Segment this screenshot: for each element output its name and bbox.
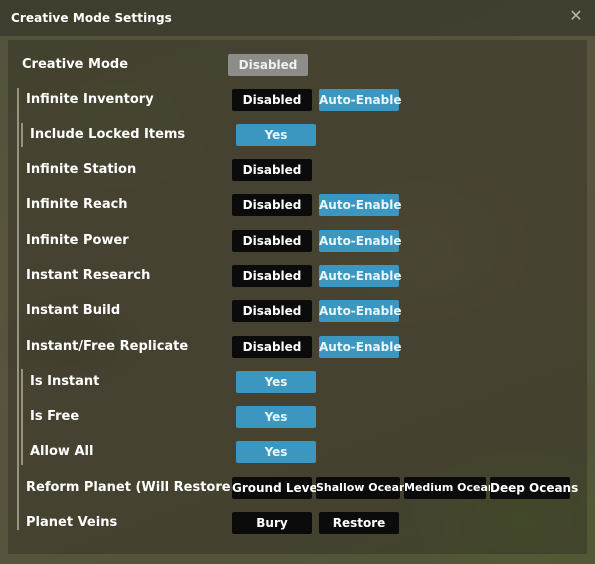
close-icon[interactable]: ✕: [568, 8, 584, 24]
instant-replicate-auto-enable-button[interactable]: Auto-Enable: [319, 336, 401, 358]
shallow-oceans-button[interactable]: Shallow Oceans: [316, 477, 413, 499]
instant-research-auto-enable-button[interactable]: Auto-Enable: [319, 265, 401, 287]
infinite-inventory-auto-enable-button[interactable]: Auto-Enable: [319, 89, 401, 111]
instant-build-auto-enable-button[interactable]: Auto-Enable: [319, 300, 401, 322]
instant-research-label: Instant Research: [26, 268, 151, 283]
planet-veins-label: Planet Veins: [26, 515, 118, 530]
indent-guide-replicate: [21, 369, 23, 465]
is-free-label: Is Free: [30, 409, 80, 424]
include-locked-items-label: Include Locked Items: [30, 127, 186, 142]
indent-guide-locked-items: [21, 123, 23, 147]
title-bar: Creative Mode Settings ✕: [0, 0, 595, 36]
is-instant-label: Is Instant: [30, 374, 100, 389]
allow-all-toggle[interactable]: Yes: [236, 441, 316, 463]
allow-all-label: Allow All: [30, 444, 94, 459]
window-title: Creative Mode Settings: [11, 11, 172, 25]
instant-replicate-label: Instant/Free Replicate: [26, 339, 189, 354]
creative-mode-label: Creative Mode: [22, 57, 129, 72]
is-free-toggle[interactable]: Yes: [236, 406, 316, 428]
infinite-reach-auto-enable-button[interactable]: Auto-Enable: [319, 194, 401, 216]
infinite-reach-toggle[interactable]: Disabled: [232, 194, 312, 216]
is-instant-toggle[interactable]: Yes: [236, 371, 316, 393]
ground-level-button[interactable]: Ground Level: [232, 477, 322, 499]
instant-build-label: Instant Build: [26, 303, 121, 318]
creative-mode-toggle[interactable]: Disabled: [228, 54, 308, 76]
instant-replicate-toggle[interactable]: Disabled: [232, 336, 312, 358]
restore-veins-button[interactable]: Restore: [319, 512, 399, 534]
instant-research-toggle[interactable]: Disabled: [232, 265, 312, 287]
infinite-reach-label: Infinite Reach: [26, 197, 128, 212]
infinite-inventory-label: Infinite Inventory: [26, 92, 154, 107]
bury-veins-button[interactable]: Bury: [232, 512, 312, 534]
infinite-power-auto-enable-button[interactable]: Auto-Enable: [319, 230, 401, 252]
medium-oceans-button[interactable]: Medium Oceans: [404, 477, 502, 499]
infinite-station-label: Infinite Station: [26, 162, 137, 177]
creative-mode-settings-window: Creative Mode Settings ✕ Creative Mode D…: [0, 0, 595, 564]
instant-build-toggle[interactable]: Disabled: [232, 300, 312, 322]
deep-oceans-button[interactable]: Deep Oceans: [490, 477, 578, 499]
include-locked-items-toggle[interactable]: Yes: [236, 124, 316, 146]
infinite-station-toggle[interactable]: Disabled: [232, 159, 312, 181]
infinite-power-toggle[interactable]: Disabled: [232, 230, 312, 252]
infinite-inventory-toggle[interactable]: Disabled: [232, 89, 312, 111]
indent-guide-main: [17, 88, 19, 530]
infinite-power-label: Infinite Power: [26, 233, 129, 248]
